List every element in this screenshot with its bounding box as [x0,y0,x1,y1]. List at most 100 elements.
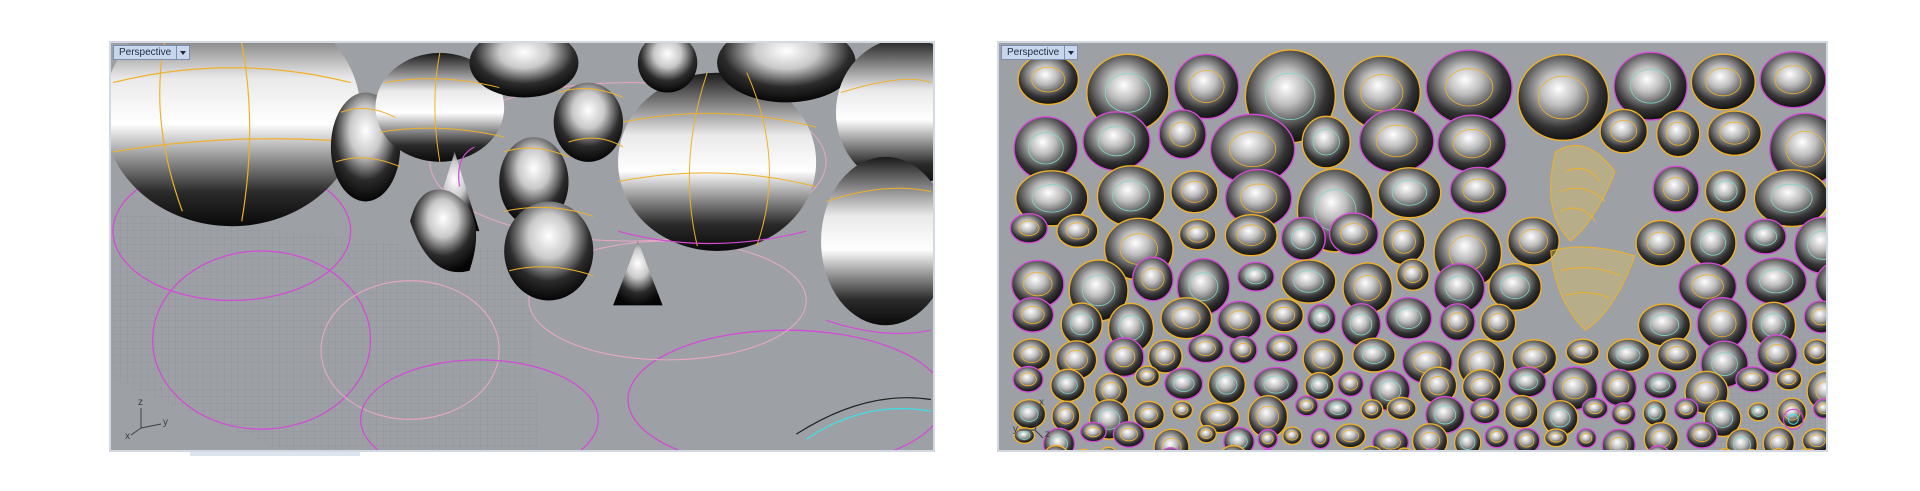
chrome-blob [1280,216,1326,261]
chrome-blob [1012,338,1052,372]
chrome-blob [1328,212,1379,256]
chrome-blob [1301,115,1351,169]
chrome-blob [1643,371,1678,400]
chrome-blob [1685,421,1718,449]
chrome-blob [1178,218,1217,251]
scene-render[interactable] [111,43,933,450]
chrome-blob [1257,428,1279,450]
axis-label-z: z [1045,429,1050,440]
chrome-blob [1237,261,1275,292]
chrome-blob [1013,116,1079,181]
chrome-blob [1264,298,1305,333]
chrome-blob [1507,366,1547,398]
chrome-blob [1704,169,1748,213]
chrome-blob [1306,303,1337,335]
chrome-blob [1187,333,1225,364]
axis-label-y: y [1013,424,1018,435]
viewport-tab-strip [190,452,360,456]
chrome-blob [1360,399,1384,421]
chrome-blob [1112,421,1146,448]
chrome-blob [1228,335,1258,365]
chrome-blob [1302,338,1345,379]
chrome-blob [1656,337,1698,372]
blob-field [1009,49,1826,450]
chrome-blob [1173,53,1240,120]
chrome-blob [1802,338,1826,366]
chrome-blob [1078,448,1089,450]
chrome-blob [1207,365,1247,405]
chrome-blob [1756,334,1798,374]
chrome-blob [1131,256,1174,302]
chrome-blob [1217,300,1262,341]
chrome-blob [1599,108,1648,154]
chrome-blob [1690,53,1756,111]
chrome-blob [1386,396,1417,421]
chrome-blob [1170,170,1219,214]
chrome-blob [1281,426,1303,446]
chrome-blob [1745,257,1808,306]
chrome-blob [1195,424,1218,444]
chrome-blob [1656,110,1701,158]
chrome-blob [1517,54,1610,142]
chrome-blob [1224,213,1278,257]
chrome-blob [1484,425,1510,449]
chrome-blob [1337,371,1365,398]
chevron-down-icon[interactable] [1065,45,1079,60]
chrome-blob [1425,49,1513,126]
chrome-blob [1381,218,1426,266]
chrome-blob [1565,338,1600,365]
viewport-perspective-left[interactable]: Perspective z y x [109,41,935,452]
chrome-blob [1453,427,1482,450]
chrome-blob [1759,51,1826,109]
axis-label-z: z [138,397,143,408]
chrome-blob [1504,394,1539,429]
chrome-blob [1012,365,1044,393]
chrome-blob [1581,397,1609,420]
chrome-blob [1134,365,1161,388]
chrome-blob [1377,167,1442,219]
chrome-blob [1334,423,1367,449]
chrome-blob [1635,219,1687,267]
chrome-blob [1611,402,1637,426]
chrome-blob [1743,218,1787,255]
chrome-blob [1469,397,1501,425]
axis-icon: x y z [1013,398,1065,440]
chrome-blob [1747,402,1770,422]
chrome-cone [613,241,663,306]
viewport-perspective-right[interactable]: Perspective x y z [997,41,1828,452]
chrome-blob [1009,213,1049,244]
chrome-blob [1280,259,1337,304]
chrome-blob [1079,421,1107,443]
chrome-blob [111,43,361,227]
chrome-blob [1673,398,1699,421]
chrome-blob [1775,368,1803,391]
viewport-tab[interactable]: Perspective [113,45,191,60]
chrome-blob [1158,109,1207,160]
viewport-tab[interactable]: Perspective [1001,45,1079,60]
chrome-blob [1488,262,1542,312]
planar-curve [627,329,933,450]
scene-render[interactable] [999,43,1826,450]
viewport-title[interactable]: Perspective [113,45,178,60]
chrome-blob [504,201,594,301]
chrome-blob [1803,300,1826,334]
chrome-blob [1606,338,1651,373]
chrome-blob [1652,165,1700,213]
axis-label-x: x [125,431,130,442]
chrome-blob [1160,297,1213,340]
chrome-blob [1050,368,1086,403]
chrome-blob [1642,399,1668,427]
chrome-blob [1082,111,1151,172]
chrome-blob [1310,427,1331,450]
chevron-down-icon[interactable] [177,45,191,60]
chrome-blob [1385,296,1433,340]
chrome-blob [1543,428,1569,448]
viewport-title[interactable]: Perspective [1001,45,1066,60]
chrome-blob [1265,333,1299,363]
chrome-blob [1060,302,1103,347]
chrome-blob [1056,213,1099,248]
chrome-blob [1396,258,1430,292]
chrome-blob [1171,400,1194,420]
chrome-blob [1437,114,1507,173]
chrome-blob [1153,428,1190,450]
